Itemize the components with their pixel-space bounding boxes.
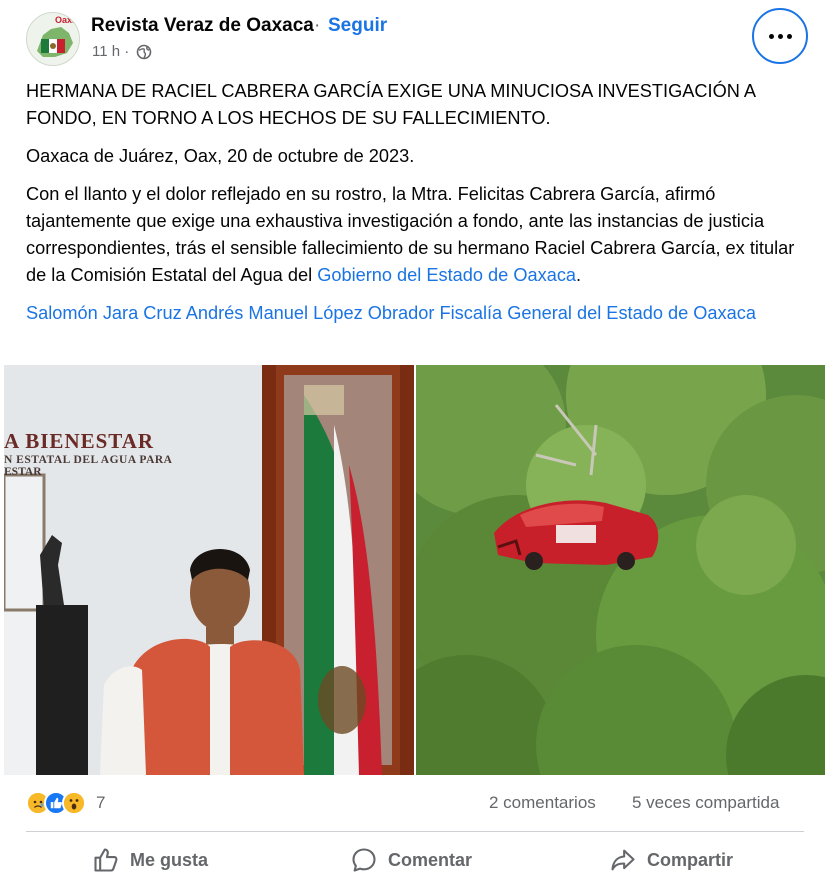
reaction-count: 7: [96, 793, 106, 812]
post-body: HERMANA DE RACIEL CABRERA GARCÍA EXIGE U…: [26, 78, 806, 338]
like-button[interactable]: Me gusta: [92, 845, 208, 875]
share-label: Compartir: [647, 849, 734, 870]
tag-fiscalia[interactable]: Fiscalía General del Estado de Oaxaca: [440, 303, 756, 323]
wall-sign-line1: A BIENESTAR: [4, 429, 155, 453]
avatar-text: Oax.: [55, 15, 75, 25]
page-name-link[interactable]: Revista Veraz de Oaxaca: [91, 15, 314, 37]
post-tags: Salomón Jara Cruz Andrés Manuel López Ob…: [26, 300, 806, 327]
globe-icon: [136, 44, 152, 60]
post-dateline: Oaxaca de Juárez, Oax, 20 de octubre de …: [26, 146, 415, 166]
shares-count-link[interactable]: 5 veces compartida: [632, 793, 779, 813]
comment-bubble-icon: [350, 846, 378, 874]
more-dots-icon: [768, 33, 792, 39]
post-timestamp[interactable]: 11 h ·: [92, 43, 129, 60]
share-button[interactable]: Compartir: [609, 845, 733, 875]
comments-count-link[interactable]: 2 comentarios: [489, 793, 596, 813]
facebook-post: Oax. Revista Veraz de Oaxaca · Seguir 11…: [0, 0, 825, 885]
reactions-summary[interactable]: 7: [26, 790, 105, 816]
wall-sign: A BIENESTAR N ESTATAL DEL AGUA PARA ESTA…: [4, 429, 173, 478]
gobierno-oaxaca-link[interactable]: Gobierno del Estado de Oaxaca: [317, 265, 576, 285]
like-label: Me gusta: [130, 849, 209, 870]
photo-man-with-flag[interactable]: A BIENESTAR N ESTATAL DEL AGUA PARA ESTA…: [4, 365, 414, 775]
wall-sign-line3: ESTAR: [4, 466, 42, 478]
comment-button[interactable]: Comentar: [350, 845, 472, 875]
wall-sign-line2: N ESTATAL DEL AGUA PARA: [4, 454, 173, 466]
post-title: HERMANA DE RACIEL CABRERA GARCÍA EXIGE U…: [26, 81, 756, 128]
wow-reaction-icon: [62, 791, 86, 815]
comment-label: Comentar: [388, 849, 473, 870]
photo-crashed-car[interactable]: [416, 365, 825, 775]
follow-button[interactable]: Seguir: [328, 15, 387, 37]
tag-salomon-jara[interactable]: Salomón Jara Cruz: [26, 303, 182, 323]
actions-divider: [26, 831, 804, 832]
share-arrow-icon: [609, 846, 637, 874]
thumbs-up-icon: [92, 846, 120, 874]
header-separator: ·: [314, 15, 321, 36]
post-paragraph: Con el llanto y el dolor reflejado en su…: [26, 181, 806, 289]
more-options-button[interactable]: [752, 8, 808, 64]
page-avatar[interactable]: Oax.: [26, 12, 80, 66]
tag-amlo[interactable]: Andrés Manuel López Obrador: [186, 303, 435, 323]
paragraph-end: .: [576, 265, 582, 285]
